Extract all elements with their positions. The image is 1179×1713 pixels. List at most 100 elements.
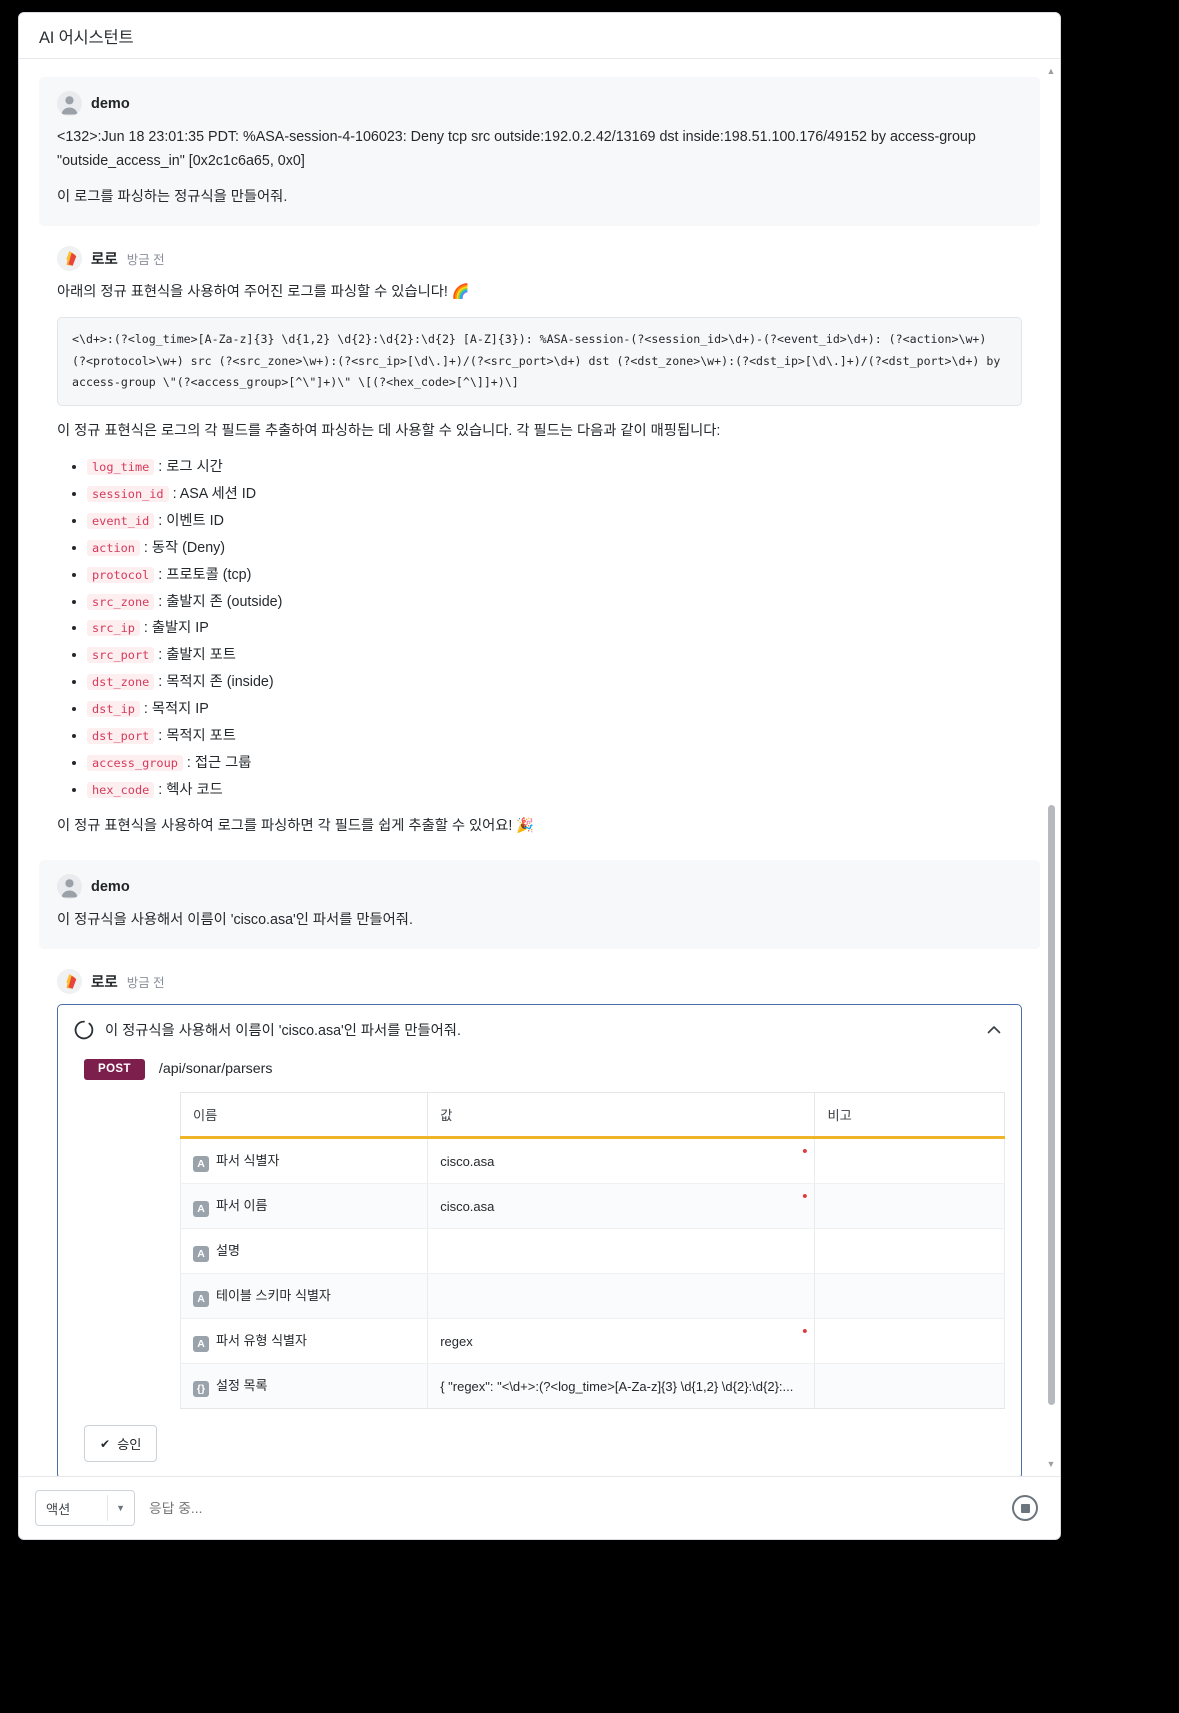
field-separator: : <box>139 539 152 556</box>
chat-scrollbar[interactable]: ▲ ▼ <box>1045 65 1057 1470</box>
table-row: A 파서 식별자 cisco.asa • <box>179 1137 1005 1185</box>
field-name-code: action <box>87 539 140 556</box>
table-row: A 테이블 스키마 식별자 <box>179 1273 1005 1320</box>
field-list-item: action : 동작 (Deny) <box>87 537 1022 560</box>
field-description: 동작 (Deny) <box>151 539 226 556</box>
field-mapping-list: log_time : 로그 시간 session_id : ASA 세션 ID ev… <box>57 456 1022 801</box>
action-select[interactable]: 액션 ▼ <box>35 1490 135 1526</box>
field-list-item: log_time : 로그 시간 <box>87 456 1022 479</box>
message-assistant-2: 로로 방금 전 이 정규식을 사용해서 이름이 'cisco.asa'인 파서를… <box>39 954 1040 1476</box>
triangle-down-icon[interactable]: ▼ <box>1045 1458 1057 1470</box>
log-sample-text: <132>:Jun 18 23:01:35 PDT: %ASA-session-… <box>57 129 976 169</box>
loading-spinner-icon <box>74 1020 94 1040</box>
param-value-text: { "regex": "<\d+>:(?<log_time>[A-Za-z]{3… <box>440 1378 794 1394</box>
param-name-cell: {} 설정 목록 <box>179 1363 428 1410</box>
approve-row: ✔ 승인 <box>74 1409 1005 1463</box>
field-name-code: dst_zone <box>87 674 155 691</box>
tool-card-header[interactable]: 이 정규식을 사용해서 이름이 'cisco.asa'인 파서를 만들어줘. <box>58 1005 1021 1053</box>
message-timestamp: 방금 전 <box>126 975 165 990</box>
scrollbar-thumb[interactable] <box>1048 805 1055 1405</box>
param-value-cell[interactable] <box>427 1228 815 1275</box>
param-value-text: regex <box>440 1333 473 1349</box>
param-type-chip: A <box>193 1246 209 1263</box>
param-note-cell <box>814 1363 1005 1410</box>
table-header-row: 이름 값 비고 <box>179 1092 1005 1140</box>
endpoint-row: POST /api/sonar/parsers <box>74 1055 1005 1093</box>
field-description: 목적지 IP <box>151 701 209 718</box>
field-description: 목적지 존 (inside) <box>166 674 274 691</box>
field-name-code: access_group <box>87 754 183 771</box>
param-name-cell: A 테이블 스키마 식별자 <box>179 1273 428 1320</box>
param-value-text: cisco.asa <box>440 1198 495 1214</box>
field-list-item: access_group : 접근 그룹 <box>87 752 1022 775</box>
user-avatar-icon <box>57 874 82 900</box>
message-timestamp: 방금 전 <box>126 252 165 267</box>
field-description: 이벤트 ID <box>166 512 224 529</box>
stop-recording-icon[interactable] <box>1012 1495 1038 1521</box>
column-header-value: 값 <box>427 1092 815 1140</box>
select-divider <box>107 1495 108 1521</box>
page-title: AI 어시스턴트 <box>39 28 134 47</box>
field-list-item: dst_port : 목적지 포트 <box>87 725 1022 748</box>
chat-scroll-area[interactable]: demo <132>:Jun 18 23:01:35 PDT: %ASA-ses… <box>19 59 1060 1476</box>
param-value-text: cisco.asa <box>440 1153 495 1169</box>
field-list-item: src_ip : 출발지 IP <box>87 617 1022 640</box>
field-name-code: event_id <box>87 512 155 529</box>
param-note-cell <box>814 1228 1005 1275</box>
field-separator: : <box>154 512 167 529</box>
window-header: AI 어시스턴트 <box>19 13 1060 59</box>
field-list-item: dst_ip : 목적지 IP <box>87 698 1022 721</box>
message-author: 로로 <box>91 974 118 991</box>
param-type-chip: A <box>193 1291 209 1308</box>
message-assistant-1: 로로 방금 전 아래의 정규 표현식을 사용하여 주어진 로그를 파싱할 수 있… <box>39 231 1040 855</box>
triangle-up-icon[interactable]: ▲ <box>1045 65 1057 77</box>
field-name-code: src_ip <box>87 620 140 637</box>
table-row: {} 설정 목록 { "regex": "<\d+>:(?<log_time>[A-… <box>179 1363 1005 1410</box>
parameter-table-body: A 파서 식별자 cisco.asa • A 파서 이름 cisco.asa • A 설명 A 테이블… <box>179 1137 1005 1410</box>
param-value-cell[interactable] <box>427 1273 815 1320</box>
field-separator: : <box>182 754 195 771</box>
param-name-label: 파서 유형 식별자 <box>216 1333 307 1349</box>
field-description: 목적지 포트 <box>166 727 236 744</box>
field-description: ASA 세션 ID <box>179 486 257 503</box>
message-author: demo <box>91 878 130 895</box>
parameter-table-wrap: 이름 값 비고 A 파서 식별자 cisco.asa • A 파서 이름 cisco.asa… <box>74 1092 1005 1410</box>
field-name-code: hex_code <box>87 781 155 798</box>
param-note-cell <box>814 1137 1005 1185</box>
field-description: 출발지 존 (outside) <box>166 593 283 610</box>
field-separator: : <box>154 781 167 798</box>
field-name-code: log_time <box>87 459 155 476</box>
param-name-cell: A 파서 식별자 <box>179 1137 428 1185</box>
param-value-cell[interactable]: { "regex": "<\d+>:(?<log_time>[A-Za-z]{3… <box>427 1363 815 1410</box>
field-separator: : <box>139 620 152 637</box>
required-indicator-icon: • <box>802 1323 808 1341</box>
field-description: 출발지 포트 <box>166 647 236 664</box>
param-name-label: 설명 <box>216 1243 240 1259</box>
message-header: demo <box>57 874 1022 900</box>
param-value-cell[interactable]: regex • <box>427 1318 815 1365</box>
chevron-up-icon[interactable] <box>983 1019 1005 1041</box>
message-user-2: demo 이 정규식을 사용해서 이름이 'cisco.asa'인 파서를 만들… <box>39 860 1040 949</box>
param-type-chip: A <box>193 1201 209 1218</box>
loro-gem-icon <box>57 968 82 994</box>
field-description: 접근 그룹 <box>194 754 252 771</box>
param-type-chip: {} <box>193 1381 209 1398</box>
message-author: demo <box>91 95 130 112</box>
assistant-intro-text: 아래의 정규 표현식을 사용하여 주어진 로그를 파싱할 수 있습니다! 🌈 <box>57 283 470 300</box>
message-input[interactable] <box>147 1490 1000 1526</box>
column-header-note: 비고 <box>814 1092 1005 1140</box>
action-select-label: 액션 <box>46 1501 71 1517</box>
param-value-cell[interactable]: cisco.asa • <box>427 1137 815 1185</box>
parameter-table: 이름 값 비고 A 파서 식별자 cisco.asa • A 파서 이름 cisco.asa… <box>179 1092 1005 1410</box>
assistant-explain-text: 이 정규 표현식은 로그의 각 필드를 추출하여 파싱하는 데 사용할 수 있습… <box>57 422 721 439</box>
message-body: 아래의 정규 표현식을 사용하여 주어진 로그를 파싱할 수 있습니다! 🌈 <… <box>57 281 1022 838</box>
message-body: 이 정규식을 사용해서 이름이 'cisco.asa'인 파서를 만들어줘. <box>57 909 1022 933</box>
field-list-item: hex_code : 헥사 코드 <box>87 779 1022 802</box>
approve-button[interactable]: ✔ 승인 <box>84 1425 158 1463</box>
param-name-label: 테이블 스키마 식별자 <box>216 1288 331 1304</box>
table-row: A 파서 이름 cisco.asa • <box>179 1183 1005 1230</box>
param-value-cell[interactable]: cisco.asa • <box>427 1183 815 1230</box>
field-separator: : <box>168 486 180 503</box>
field-description: 출발지 IP <box>151 620 209 637</box>
approve-button-label: 승인 <box>117 1437 142 1453</box>
